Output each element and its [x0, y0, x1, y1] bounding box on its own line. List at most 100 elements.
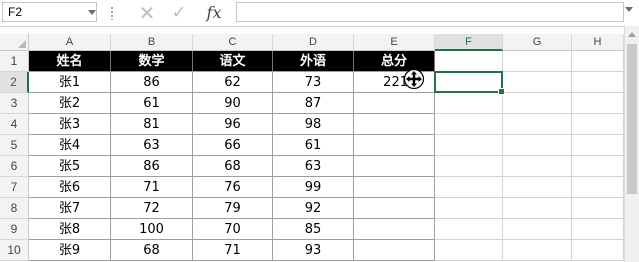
cell-g6[interactable]: [503, 156, 572, 177]
cell-d7[interactable]: 99: [273, 177, 354, 198]
cell-e5[interactable]: [354, 135, 435, 156]
cell-c1[interactable]: 语文: [193, 51, 273, 72]
cell-g5[interactable]: [503, 135, 572, 156]
cell-h10[interactable]: [572, 240, 624, 261]
cell-c7[interactable]: 76: [193, 177, 273, 198]
cell-d2[interactable]: 73: [273, 72, 354, 93]
cell-d5[interactable]: 61: [273, 135, 354, 156]
cell-b6[interactable]: 86: [111, 156, 193, 177]
cell-a10[interactable]: 张9: [29, 240, 111, 261]
cell-f9[interactable]: [435, 219, 503, 240]
cell-f10[interactable]: [435, 240, 503, 261]
fill-handle[interactable]: [498, 88, 505, 95]
cell-e9[interactable]: [354, 219, 435, 240]
cell-f3[interactable]: [435, 93, 503, 114]
cell-g8[interactable]: [503, 198, 572, 219]
cell-a6[interactable]: 张5: [29, 156, 111, 177]
column-header-c[interactable]: C: [193, 34, 273, 51]
cell-f1[interactable]: [435, 51, 503, 72]
cell-b3[interactable]: 61: [111, 93, 193, 114]
worksheet-grid[interactable]: A B C D E F G H 1 姓名 数学 语文 外语 总分 2 张1 86 62 73 221 3 张2 61 90 87…: [0, 34, 624, 262]
cell-g9[interactable]: [503, 219, 572, 240]
column-header-a[interactable]: A: [29, 34, 111, 51]
cell-a7[interactable]: 张6: [29, 177, 111, 198]
cell-h7[interactable]: [572, 177, 624, 198]
cell-c9[interactable]: 70: [193, 219, 273, 240]
cell-h9[interactable]: [572, 219, 624, 240]
cell-a3[interactable]: 张2: [29, 93, 111, 114]
cell-f4[interactable]: [435, 114, 503, 135]
cell-a8[interactable]: 张7: [29, 198, 111, 219]
select-all-button[interactable]: [0, 34, 29, 51]
cell-f6[interactable]: [435, 156, 503, 177]
cell-b1[interactable]: 数学: [111, 51, 193, 72]
row-header-1[interactable]: 1: [0, 51, 29, 72]
cell-c3[interactable]: 90: [193, 93, 273, 114]
scroll-up-icon[interactable]: [628, 32, 636, 37]
insert-function-icon[interactable]: fx: [201, 1, 227, 25]
cell-a9[interactable]: 张8: [29, 219, 111, 240]
cell-f8[interactable]: [435, 198, 503, 219]
cell-e4[interactable]: [354, 114, 435, 135]
cell-d3[interactable]: 87: [273, 93, 354, 114]
cell-b7[interactable]: 71: [111, 177, 193, 198]
cell-b8[interactable]: 72: [111, 198, 193, 219]
row-header-3[interactable]: 3: [0, 93, 29, 114]
cell-h1[interactable]: [572, 51, 624, 72]
drag-handle-icon[interactable]: [111, 6, 113, 20]
column-header-h[interactable]: H: [572, 34, 624, 51]
cell-g10[interactable]: [503, 240, 572, 261]
cell-b9[interactable]: 100: [111, 219, 193, 240]
row-header-4[interactable]: 4: [0, 114, 29, 135]
cell-c10[interactable]: 71: [193, 240, 273, 261]
cell-b4[interactable]: 81: [111, 114, 193, 135]
cell-c8[interactable]: 79: [193, 198, 273, 219]
scrollbar-thumb[interactable]: [627, 44, 637, 194]
cell-d6[interactable]: 63: [273, 156, 354, 177]
cell-e6[interactable]: [354, 156, 435, 177]
cell-e7[interactable]: [354, 177, 435, 198]
cell-c2[interactable]: 62: [193, 72, 273, 93]
cell-e8[interactable]: [354, 198, 435, 219]
cell-b10[interactable]: 68: [111, 240, 193, 261]
row-header-2[interactable]: 2: [0, 72, 29, 93]
cell-g4[interactable]: [503, 114, 572, 135]
cell-h5[interactable]: [572, 135, 624, 156]
column-header-f[interactable]: F: [435, 34, 503, 51]
cell-b5[interactable]: 63: [111, 135, 193, 156]
cell-h6[interactable]: [572, 156, 624, 177]
cell-d1[interactable]: 外语: [273, 51, 354, 72]
cell-f7[interactable]: [435, 177, 503, 198]
row-header-10[interactable]: 10: [0, 240, 29, 261]
cell-a5[interactable]: 张4: [29, 135, 111, 156]
cell-h2[interactable]: [572, 72, 624, 93]
column-header-d[interactable]: D: [273, 34, 354, 51]
column-header-e[interactable]: E: [354, 34, 435, 51]
cell-d4[interactable]: 98: [273, 114, 354, 135]
cell-g2[interactable]: [503, 72, 572, 93]
column-header-b[interactable]: B: [111, 34, 193, 51]
cell-b2[interactable]: 86: [111, 72, 193, 93]
cell-d10[interactable]: 93: [273, 240, 354, 261]
row-header-8[interactable]: 8: [0, 198, 29, 219]
column-header-g[interactable]: G: [503, 34, 572, 51]
cell-g7[interactable]: [503, 177, 572, 198]
row-header-7[interactable]: 7: [0, 177, 29, 198]
cell-f5[interactable]: [435, 135, 503, 156]
cell-e10[interactable]: [354, 240, 435, 261]
cell-a1[interactable]: 姓名: [29, 51, 111, 72]
cell-d8[interactable]: 92: [273, 198, 354, 219]
cell-h4[interactable]: [572, 114, 624, 135]
cell-a2[interactable]: 张1: [29, 72, 111, 93]
chevron-down-icon[interactable]: [88, 10, 96, 15]
name-box[interactable]: F2: [2, 2, 97, 22]
cancel-icon[interactable]: ✕: [134, 1, 160, 25]
formula-input[interactable]: [236, 2, 624, 22]
row-header-9[interactable]: 9: [0, 219, 29, 240]
cell-d9[interactable]: 85: [273, 219, 354, 240]
enter-icon[interactable]: ✓: [166, 1, 192, 25]
cell-h3[interactable]: [572, 93, 624, 114]
cell-c5[interactable]: 66: [193, 135, 273, 156]
cell-c4[interactable]: 96: [193, 114, 273, 135]
vertical-scrollbar[interactable]: [624, 26, 639, 262]
